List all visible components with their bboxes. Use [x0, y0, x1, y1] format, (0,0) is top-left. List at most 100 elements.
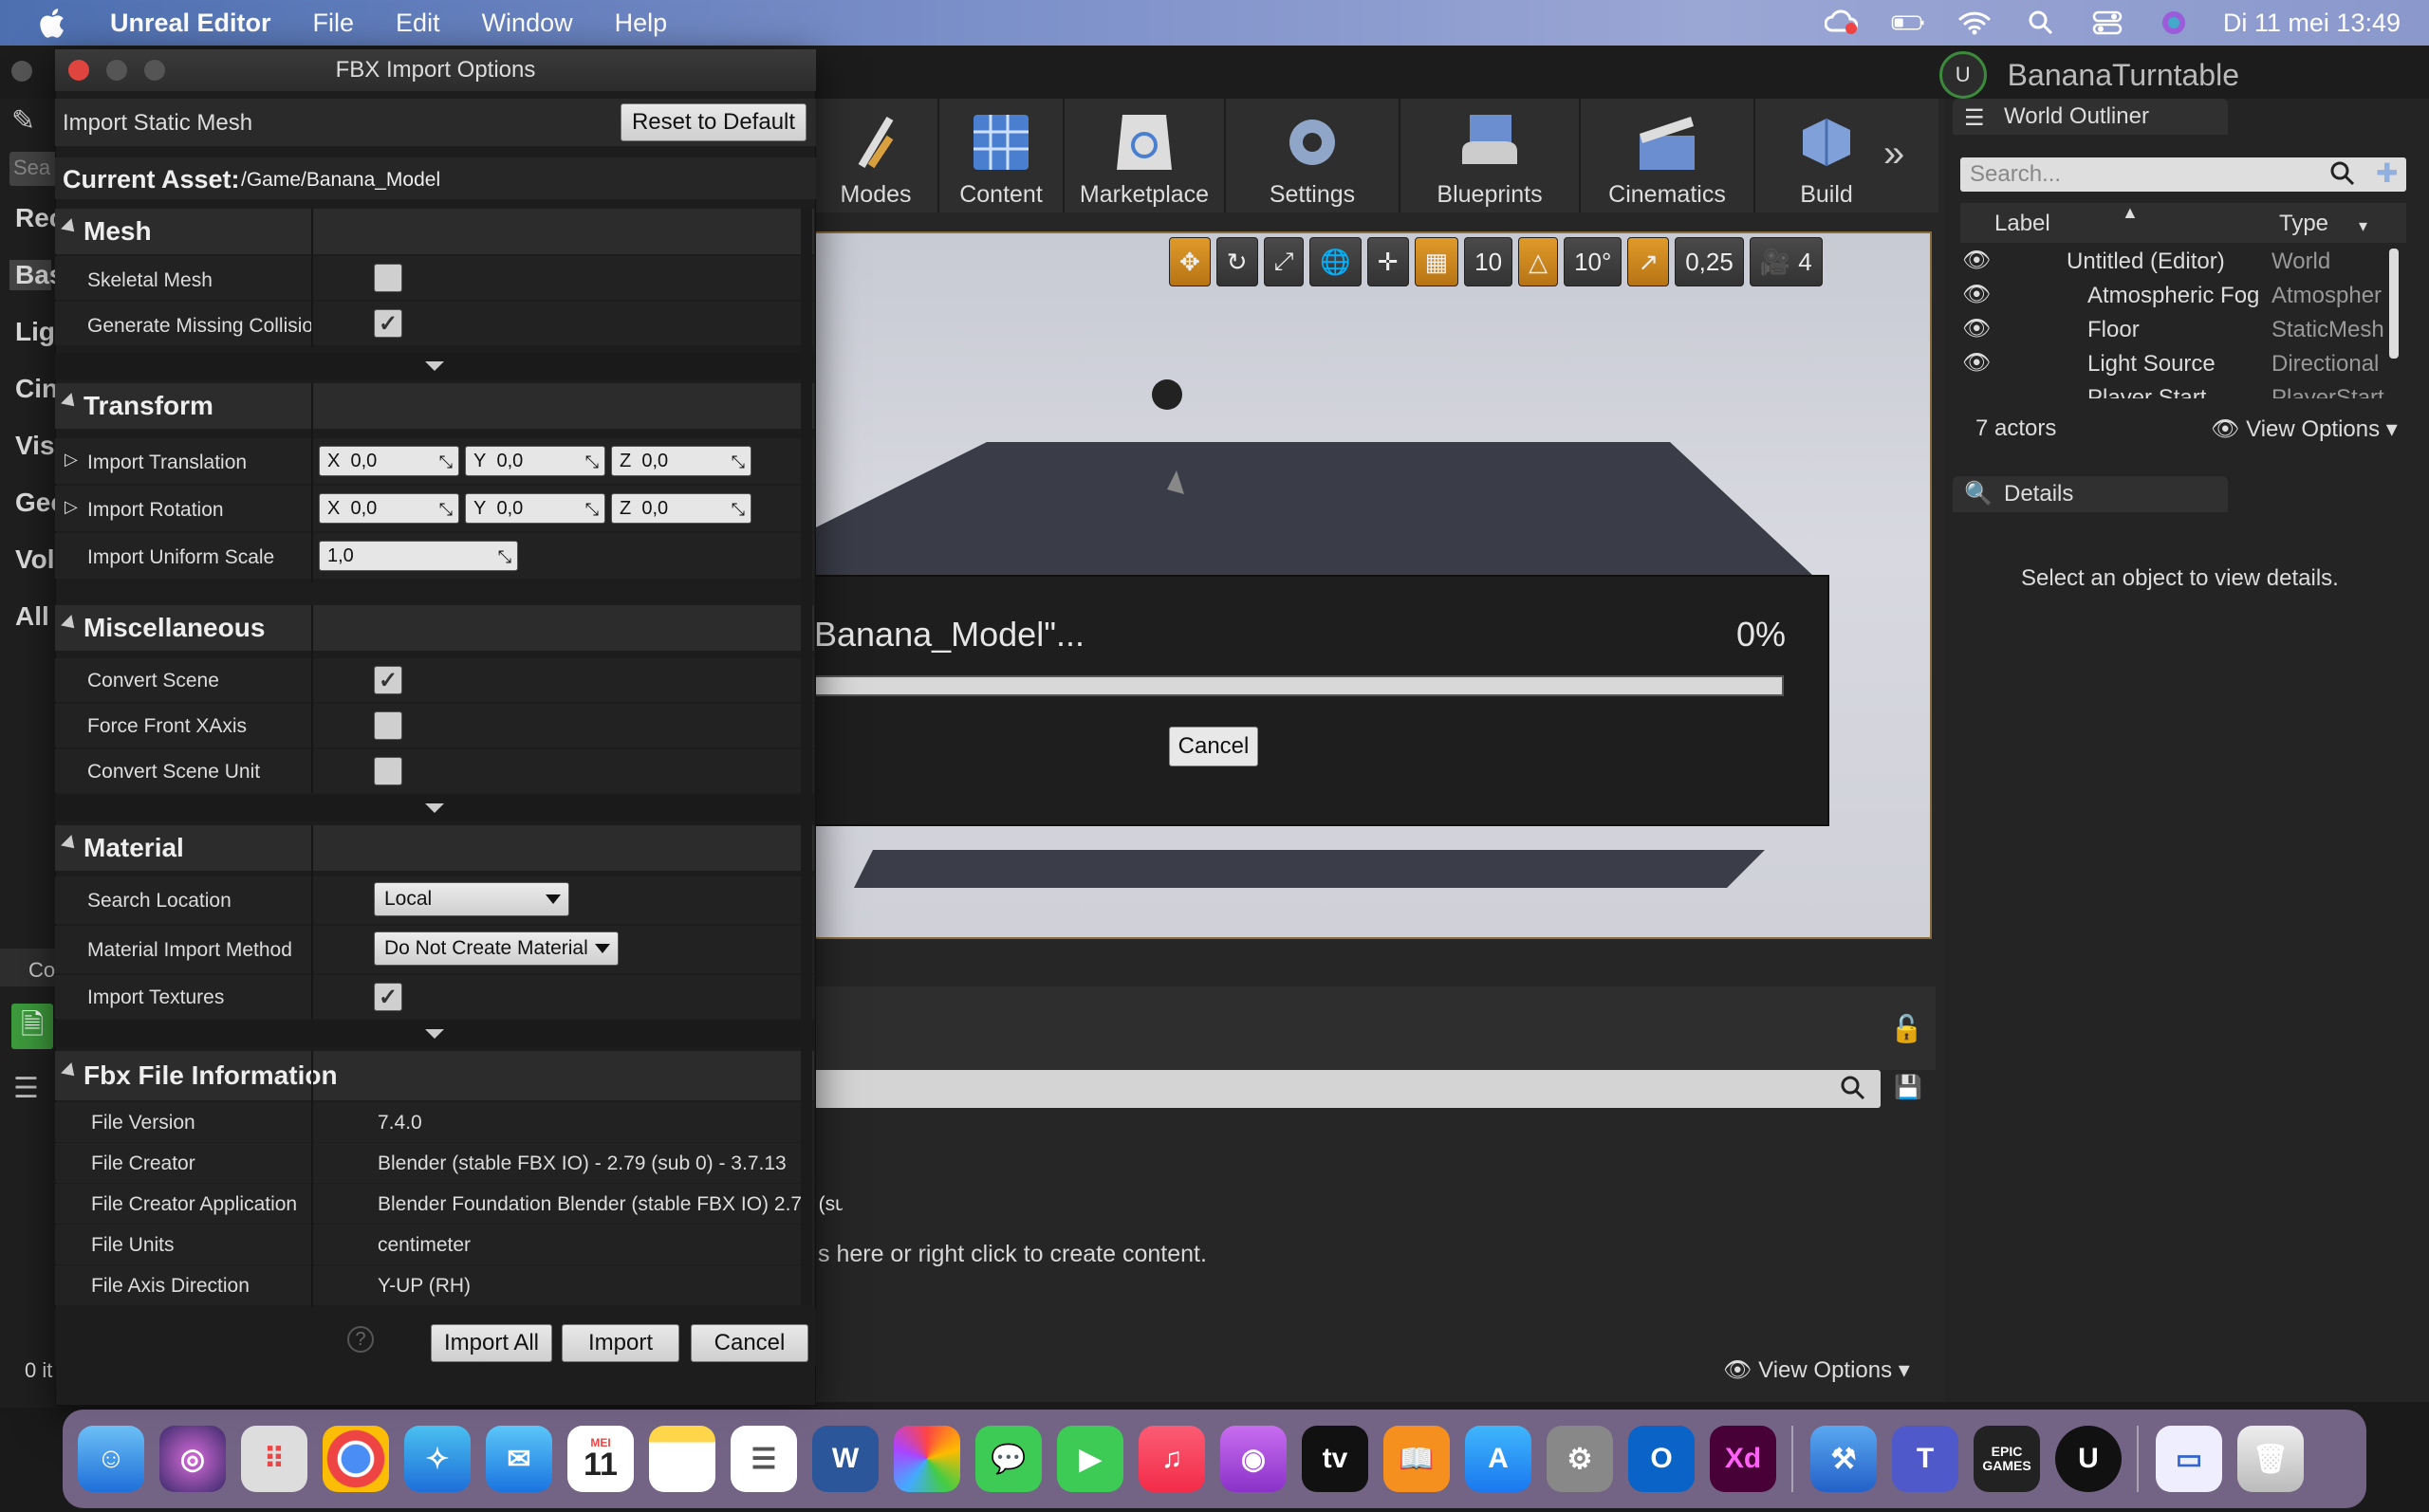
rotation-snap-value[interactable]: 10° — [1564, 237, 1622, 286]
visibility-eye-icon[interactable]: 👁 — [1962, 281, 1991, 308]
menu-help[interactable]: Help — [615, 9, 668, 38]
close-window-button[interactable] — [11, 61, 32, 82]
import-button[interactable]: Import — [562, 1324, 679, 1362]
toolbar-modes-button[interactable]: Modes — [814, 99, 939, 212]
skeletal-mesh-checkbox[interactable] — [374, 264, 402, 292]
add-actor-icon[interactable]: ✚ — [2376, 157, 2398, 189]
advanced-expander[interactable] — [55, 1021, 814, 1047]
expand-arrow-icon[interactable]: ▷ — [65, 450, 78, 470]
outlook-icon[interactable]: O — [1628, 1426, 1695, 1492]
advanced-expander[interactable] — [55, 795, 814, 821]
advanced-expander[interactable] — [55, 353, 814, 379]
finder-icon[interactable]: ☺ — [78, 1426, 144, 1492]
apple-icon[interactable] — [38, 6, 70, 40]
battery-icon[interactable] — [1891, 9, 1925, 37]
menu-edit[interactable]: Edit — [396, 9, 440, 38]
visibility-eye-icon[interactable]: 👁 — [1962, 315, 1991, 342]
siri-icon[interactable] — [2157, 9, 2191, 37]
photos-icon[interactable] — [894, 1426, 960, 1492]
column-divider[interactable] — [311, 825, 313, 1019]
visibility-eye-icon[interactable]: 👁 — [1962, 349, 1991, 377]
outliner-row[interactable]: 👁 Atmospheric Fog Atmospher — [1960, 277, 2406, 311]
content-view-options[interactable]: 👁 View Options ▾ — [1723, 1356, 1910, 1384]
place-category-visual[interactable]: Vis — [15, 431, 55, 461]
menu-window[interactable]: Window — [482, 9, 573, 38]
column-type[interactable]: Type — [2279, 211, 2328, 237]
surface-snap-icon[interactable]: ✛ — [1366, 237, 1409, 286]
category-transform[interactable]: Transform — [55, 383, 814, 429]
import-textures-checkbox[interactable]: ✓ — [374, 983, 402, 1011]
books-icon[interactable]: 📖 — [1383, 1426, 1450, 1492]
place-category-basic[interactable]: Bas — [9, 260, 64, 290]
apple-tv-icon[interactable]: tv — [1302, 1426, 1368, 1492]
modes-icon[interactable]: ✎ — [11, 104, 49, 142]
column-divider[interactable] — [311, 605, 313, 793]
trash-icon[interactable]: 🗑 — [2237, 1426, 2304, 1492]
lock-icon[interactable]: 🔓 — [1890, 1013, 1923, 1044]
progress-cancel-button[interactable]: Cancel — [1169, 727, 1258, 766]
rotation-snap-icon[interactable]: △ — [1518, 237, 1559, 286]
toolbar-settings-button[interactable]: Settings — [1226, 99, 1400, 212]
dialog-scrollbar[interactable] — [801, 209, 812, 1305]
sources-toggle-icon[interactable]: ☰ — [13, 1072, 47, 1106]
toolbar-marketplace-button[interactable]: Marketplace — [1065, 99, 1226, 212]
messages-icon[interactable]: 💬 — [975, 1426, 1042, 1492]
toolbar-content-button[interactable]: Content — [939, 99, 1065, 212]
notes-icon[interactable] — [649, 1426, 715, 1492]
facetime-icon[interactable]: ▶ — [1057, 1426, 1123, 1492]
category-miscellaneous[interactable]: Miscellaneous — [55, 605, 814, 651]
category-mesh[interactable]: Mesh — [55, 209, 814, 254]
camera-speed-value[interactable]: 🎥 4 — [1749, 237, 1823, 286]
help-icon[interactable]: ? — [347, 1326, 374, 1353]
modes-search[interactable]: Sea — [9, 152, 57, 186]
app-store-icon[interactable]: A — [1465, 1426, 1531, 1492]
zoom-icon[interactable] — [144, 60, 165, 81]
teams-icon[interactable]: T — [1892, 1426, 1958, 1492]
place-category-volumes[interactable]: Vol — [15, 544, 54, 575]
launchpad-icon[interactable]: ⠿ — [241, 1426, 307, 1492]
place-category-all[interactable]: All — [15, 601, 49, 632]
add-new-icon[interactable]: 🗎 — [11, 1004, 53, 1049]
mail-icon[interactable]: ✉ — [486, 1426, 552, 1492]
wifi-icon[interactable] — [1957, 9, 1992, 37]
column-divider[interactable] — [311, 1051, 313, 1307]
clock[interactable]: Di 11 mei 13:49 — [2223, 9, 2401, 38]
reset-to-default-button[interactable]: Reset to Default — [621, 103, 807, 141]
translation-x-input[interactable]: X 0,0 ⤡ — [319, 446, 459, 476]
control-center-icon[interactable] — [2090, 9, 2124, 37]
unreal-engine-icon[interactable]: U — [2055, 1426, 2122, 1492]
convert-scene-checkbox[interactable]: ✓ — [374, 666, 402, 694]
outliner-row[interactable]: 👁 Untitled (Editor) World — [1960, 243, 2406, 277]
tab-details[interactable]: 🔍 Details — [1953, 476, 2228, 512]
column-dropdown-icon[interactable]: ▾ — [2359, 216, 2367, 236]
column-label[interactable]: Label — [1994, 211, 2050, 237]
outliner-scrollbar[interactable] — [2389, 249, 2399, 359]
outliner-row[interactable]: 👁 Light Source Directional — [1960, 345, 2406, 379]
toolbar-cinematics-button[interactable]: Cinematics — [1581, 99, 1755, 212]
search-icon[interactable] — [1839, 1074, 1867, 1102]
import-all-button[interactable]: Import All — [431, 1324, 552, 1362]
scale-snap-icon[interactable]: ↗ — [1627, 237, 1670, 286]
toolbar-blueprints-button[interactable]: Blueprints — [1400, 99, 1581, 212]
rotation-z-input[interactable]: Z 0,0 ⤡ — [611, 493, 751, 524]
world-local-icon[interactable]: 🌐 — [1309, 237, 1362, 286]
adobe-xd-icon[interactable]: Xd — [1710, 1426, 1776, 1492]
creative-cloud-icon[interactable] — [1824, 9, 1859, 37]
rotate-tool-icon[interactable]: ↻ — [1215, 237, 1258, 286]
content-browser-tab[interactable]: Co — [0, 949, 57, 986]
scale-snap-value[interactable]: 0,25 — [1675, 237, 1744, 286]
menu-file[interactable]: File — [313, 9, 355, 38]
search-location-dropdown[interactable]: Local — [374, 882, 569, 916]
visibility-eye-icon[interactable]: 👁 — [1962, 247, 1991, 274]
toolbar-overflow-icon[interactable]: » — [1883, 133, 1904, 175]
uniform-scale-input[interactable]: 1,0 ⤡ — [319, 541, 518, 571]
epic-games-icon[interactable]: EPIC GAMES — [1974, 1426, 2040, 1492]
generate-collision-checkbox[interactable]: ✓ — [374, 309, 402, 338]
safari-icon[interactable]: ✧ — [404, 1426, 471, 1492]
minimize-icon[interactable] — [106, 60, 127, 81]
scale-tool-icon[interactable]: ⤢ — [1263, 237, 1305, 286]
music-icon[interactable]: ♫ — [1139, 1426, 1205, 1492]
content-search-input[interactable] — [814, 1070, 1881, 1108]
category-fbx-file-information[interactable]: Fbx File Information — [55, 1051, 814, 1100]
save-search-icon[interactable]: 💾 — [1894, 1074, 1922, 1101]
